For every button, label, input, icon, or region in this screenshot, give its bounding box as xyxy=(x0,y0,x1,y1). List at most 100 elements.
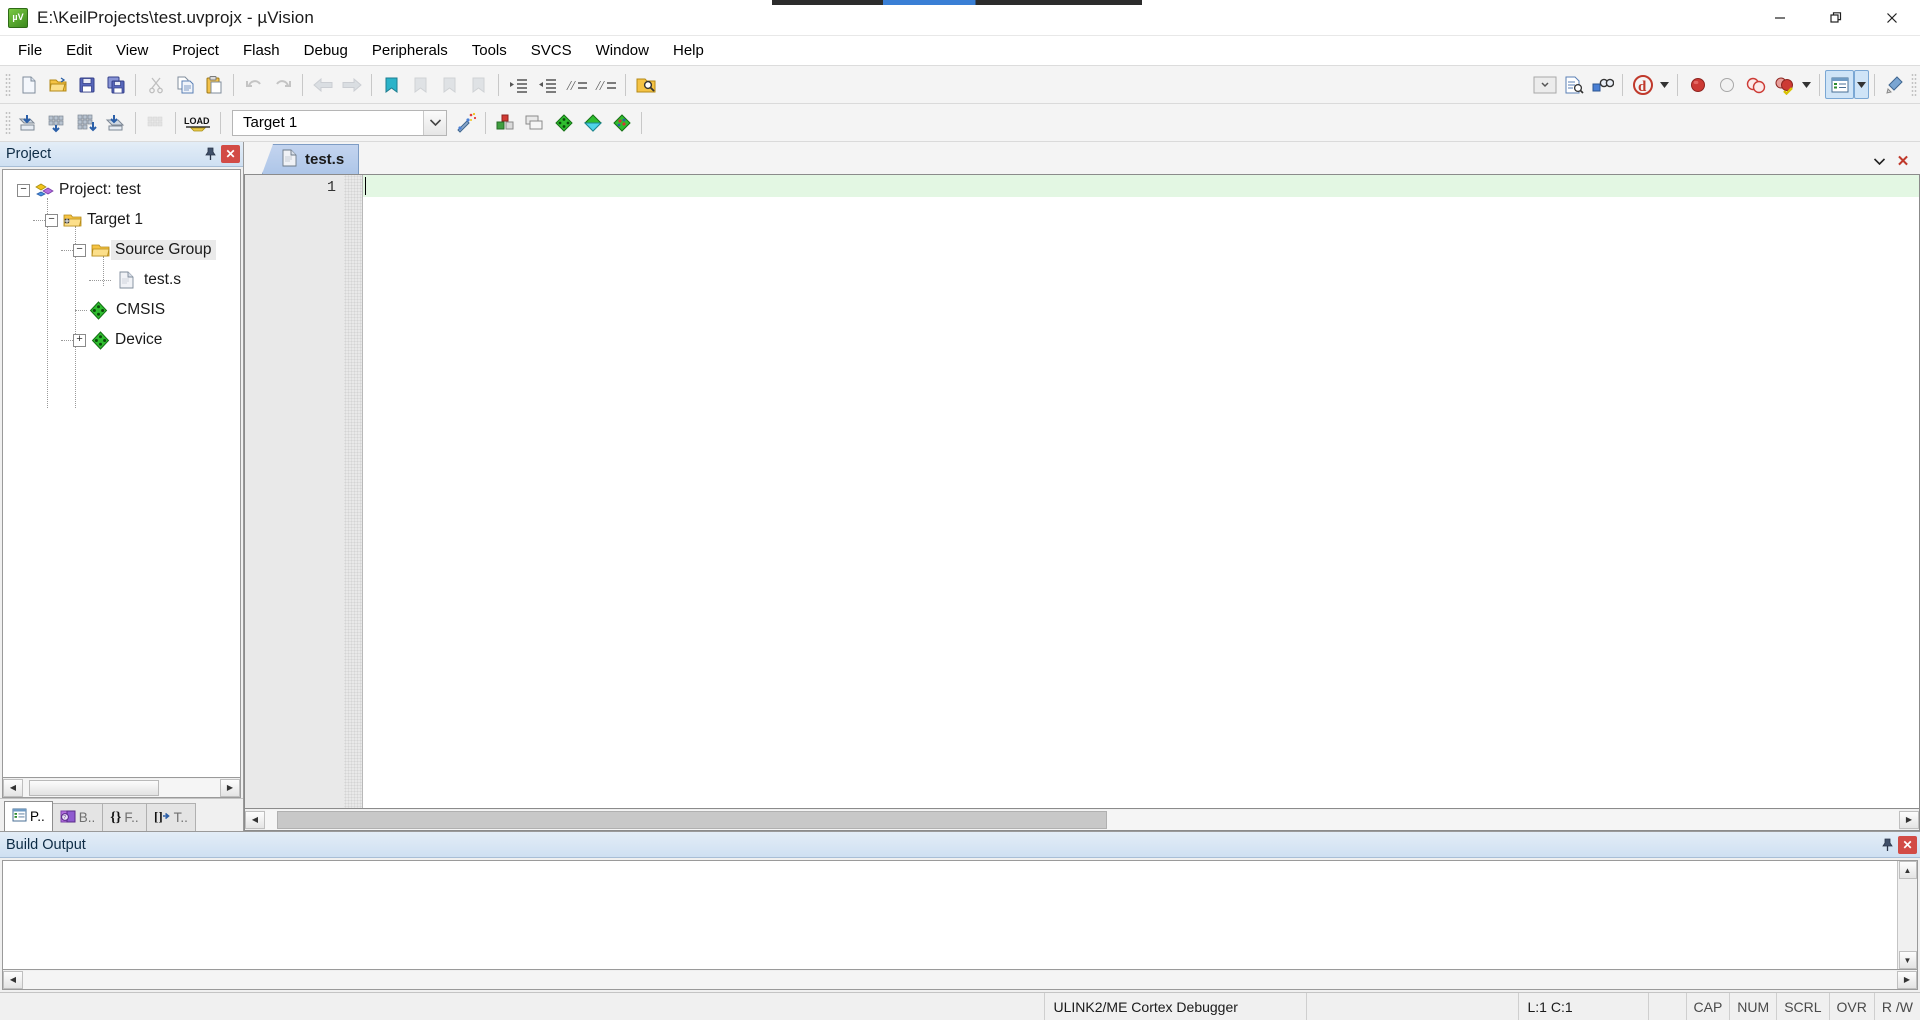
menu-debug[interactable]: Debug xyxy=(292,39,360,63)
enable-breakpoints-icon[interactable] xyxy=(1770,70,1799,99)
current-line-highlight[interactable] xyxy=(363,175,1919,197)
tree-item-project[interactable]: − Project: test xyxy=(3,175,240,205)
scroll-left-icon[interactable]: ◀ xyxy=(3,970,23,989)
indent-icon[interactable] xyxy=(504,70,533,99)
save-icon[interactable] xyxy=(72,70,101,99)
navigate-forward-icon[interactable] xyxy=(337,70,366,99)
disable-breakpoint-icon[interactable] xyxy=(1712,70,1741,99)
configuration-wizard-icon[interactable] xyxy=(1880,70,1909,99)
tree-item-target[interactable]: − Target 1 xyxy=(3,205,240,235)
scroll-track[interactable] xyxy=(265,809,1899,830)
editor-content[interactable]: 1 xyxy=(244,175,1920,809)
close-button[interactable] xyxy=(1864,0,1920,36)
cut-icon[interactable] xyxy=(141,70,170,99)
outdent-icon[interactable] xyxy=(533,70,562,99)
bookmark-next-icon[interactable] xyxy=(435,70,464,99)
bookmark-prev-icon[interactable] xyxy=(406,70,435,99)
menu-project[interactable]: Project xyxy=(160,39,231,63)
toolbar-grip[interactable] xyxy=(5,72,11,97)
tab-functions[interactable]: {} F.. xyxy=(102,803,147,831)
tree-expander[interactable]: − xyxy=(45,213,58,227)
search-combo-icon[interactable] xyxy=(1530,70,1559,99)
scroll-down-icon[interactable]: ▼ xyxy=(1898,951,1917,969)
build-target-icon[interactable] xyxy=(43,108,72,137)
new-file-icon[interactable] xyxy=(14,70,43,99)
scroll-thumb[interactable] xyxy=(277,810,1107,829)
tab-templates[interactable]: [] T.. xyxy=(145,803,196,831)
tab-project[interactable]: P.. xyxy=(4,801,53,831)
debug-dropdown-icon[interactable] xyxy=(1657,70,1672,99)
rebuild-all-icon[interactable] xyxy=(72,108,101,137)
scroll-up-icon[interactable]: ▲ xyxy=(1898,861,1917,879)
pin-icon[interactable] xyxy=(1878,836,1896,854)
target-options-icon[interactable] xyxy=(451,108,480,137)
tab-books[interactable]: ? B.. xyxy=(51,803,104,831)
batch-build-icon[interactable] xyxy=(101,108,130,137)
breakpoints-dropdown-icon[interactable] xyxy=(1799,70,1814,99)
menu-tools[interactable]: Tools xyxy=(460,39,519,63)
manage-rte-icon[interactable] xyxy=(549,108,578,137)
tree-item-file[interactable]: test.s xyxy=(3,265,240,295)
paste-icon[interactable] xyxy=(199,70,228,99)
project-tree-hscrollbar[interactable]: ◀ ▶ xyxy=(2,778,241,798)
window-layout-dropdown-icon[interactable] xyxy=(1854,70,1869,99)
menu-help[interactable]: Help xyxy=(661,39,716,63)
window-layout-icon[interactable] xyxy=(1825,70,1854,99)
menu-file[interactable]: File xyxy=(6,39,54,63)
scroll-thumb[interactable] xyxy=(29,779,159,796)
document-tab-test-s[interactable]: test.s xyxy=(262,144,360,174)
editor-hscrollbar[interactable]: ◀ ▶ xyxy=(244,809,1920,831)
translate-file-icon[interactable] xyxy=(14,108,43,137)
tree-item-source-group[interactable]: − Source Group xyxy=(3,235,240,265)
tree-expander[interactable]: − xyxy=(17,183,30,197)
manage-run-time-env-icon[interactable] xyxy=(607,108,636,137)
tree-item-device[interactable]: + Device xyxy=(3,325,240,355)
pin-icon[interactable] xyxy=(201,145,219,163)
incremental-find-icon[interactable] xyxy=(1559,70,1588,99)
target-selector[interactable]: Target 1 xyxy=(232,109,447,136)
tree-expander[interactable]: − xyxy=(73,243,86,257)
download-icon[interactable]: LOAD xyxy=(181,108,215,137)
scroll-right-icon[interactable]: ▶ xyxy=(1897,970,1917,989)
scroll-left-icon[interactable]: ◀ xyxy=(3,778,23,797)
toolbar-grip[interactable] xyxy=(1911,72,1917,97)
menu-flash[interactable]: Flash xyxy=(231,39,292,63)
menu-svcs[interactable]: SVCS xyxy=(519,39,584,63)
redo-icon[interactable] xyxy=(268,70,297,99)
undo-icon[interactable] xyxy=(239,70,268,99)
build-output-hscrollbar[interactable]: ◀ ▶ xyxy=(2,970,1918,990)
project-tree[interactable]: − Project: test − Target 1 − Source Grou… xyxy=(2,169,241,778)
insert-breakpoint-icon[interactable] xyxy=(1683,70,1712,99)
close-icon[interactable]: ✕ xyxy=(1898,835,1917,854)
close-icon[interactable]: ✕ xyxy=(221,145,240,163)
menu-peripherals[interactable]: Peripherals xyxy=(360,39,460,63)
scroll-right-icon[interactable]: ▶ xyxy=(220,778,240,797)
uncomment-icon[interactable]: // xyxy=(591,70,620,99)
save-all-icon[interactable] xyxy=(101,70,130,99)
find-in-files-icon[interactable] xyxy=(631,70,660,99)
minimize-button[interactable] xyxy=(1752,0,1808,36)
tree-expander[interactable]: + xyxy=(73,333,86,347)
restore-button[interactable] xyxy=(1808,0,1864,36)
build-output-vscrollbar[interactable]: ▲ ▼ xyxy=(1897,861,1917,969)
menu-view[interactable]: View xyxy=(104,39,160,63)
debug-session-icon[interactable]: d xyxy=(1628,70,1657,99)
stop-build-icon[interactable] xyxy=(141,108,170,137)
open-file-icon[interactable] xyxy=(43,70,72,99)
manage-project-items-icon[interactable] xyxy=(491,108,520,137)
close-document-icon[interactable]: ✕ xyxy=(1894,152,1912,170)
copy-icon[interactable] xyxy=(170,70,199,99)
bookmark-clear-icon[interactable] xyxy=(464,70,493,99)
comment-icon[interactable]: // xyxy=(562,70,591,99)
toolbar-grip[interactable] xyxy=(5,110,11,135)
scroll-track[interactable] xyxy=(23,778,220,797)
multi-project-icon[interactable] xyxy=(520,108,549,137)
chevron-down-icon[interactable] xyxy=(1870,152,1888,170)
pack-installer-icon[interactable] xyxy=(578,108,607,137)
scroll-left-icon[interactable]: ◀ xyxy=(245,810,265,829)
tree-item-cmsis[interactable]: CMSIS xyxy=(3,295,240,325)
kill-breakpoints-icon[interactable] xyxy=(1741,70,1770,99)
menu-edit[interactable]: Edit xyxy=(54,39,104,63)
menu-window[interactable]: Window xyxy=(584,39,661,63)
build-output-body[interactable]: ▲ ▼ xyxy=(2,860,1918,970)
